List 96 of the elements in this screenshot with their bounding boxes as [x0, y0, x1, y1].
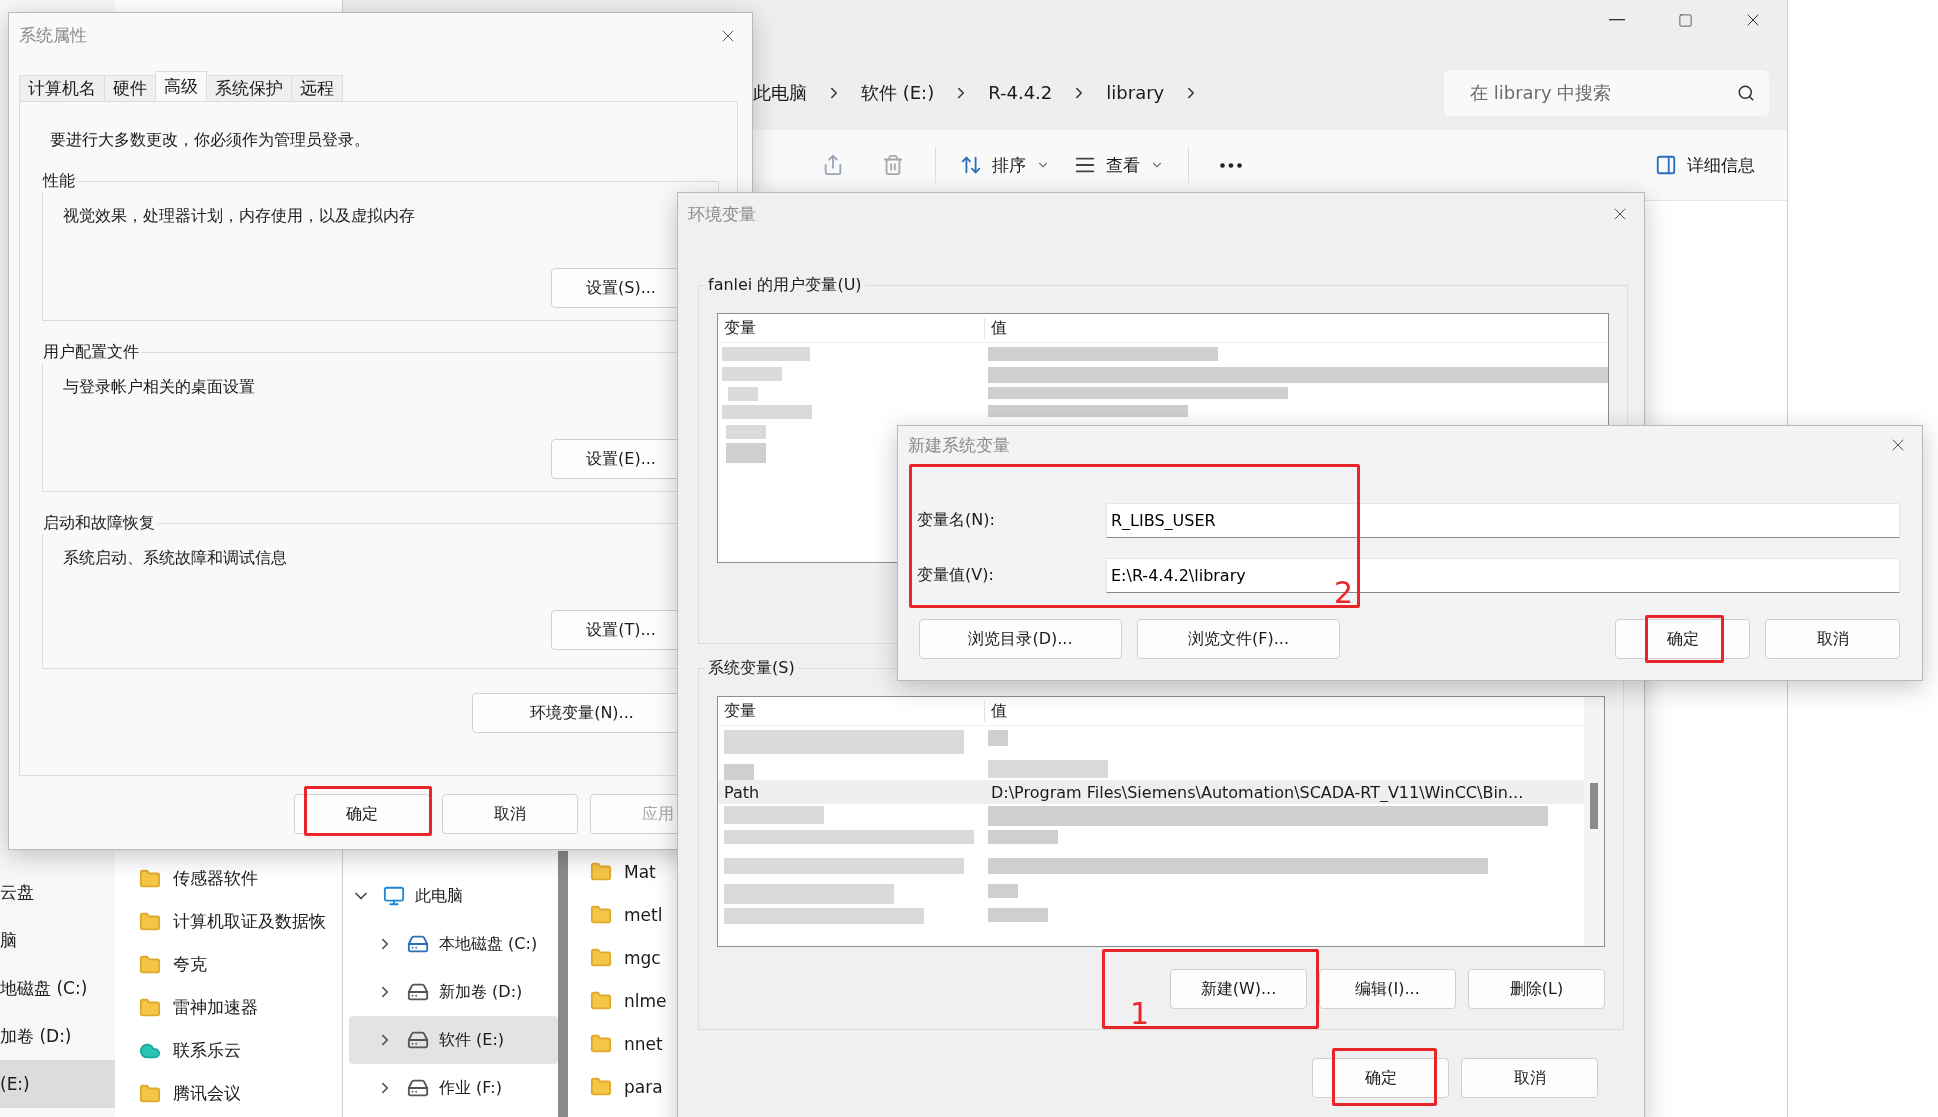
folder-icon — [139, 867, 161, 890]
folder-name[interactable]: 腾讯会议 — [173, 1082, 241, 1105]
file-name[interactable]: mgc — [624, 947, 661, 968]
nav-item[interactable]: 脑 — [0, 916, 115, 964]
column-header[interactable]: 值 — [985, 700, 1584, 722]
panel-icon — [1655, 154, 1677, 176]
drive-icon — [407, 1029, 429, 1051]
breadcrumb[interactable]: R-4.4.2 — [988, 82, 1053, 103]
group-description: 系统启动、系统故障和调试信息 — [63, 547, 288, 569]
folder-icon — [139, 953, 161, 976]
folder-icon — [590, 860, 612, 883]
browse-button[interactable]: 浏览目录(D)... — [919, 619, 1122, 659]
tree-item[interactable]: 作业 (F:) — [349, 1064, 558, 1112]
folder-name[interactable]: 联系乐云 — [173, 1039, 241, 1062]
folder-icon — [139, 1082, 161, 1105]
minimize-icon — [1609, 19, 1625, 21]
sort-icon — [960, 154, 982, 176]
column-header[interactable]: 变量 — [718, 700, 985, 722]
group-title: fanlei 的用户变量(U) — [707, 275, 863, 296]
dialog-title: 新建系统变量 — [908, 433, 1010, 457]
breadcrumb[interactable]: 此电脑 — [753, 80, 807, 105]
maximize-icon — [1677, 12, 1693, 28]
tree-item[interactable]: 新加卷 (D:) — [349, 968, 558, 1016]
dialog-button[interactable]: 取消 — [1461, 1058, 1598, 1098]
folder-icon — [590, 989, 612, 1012]
tab[interactable]: 硬件 — [104, 75, 156, 101]
scrollbar[interactable] — [1584, 697, 1604, 946]
monitor-icon — [383, 885, 405, 907]
variable-value: D:\Program Files\Siemens\Automation\SCADA-RT_V11\WinCC\Bin... — [990, 782, 1525, 802]
folder-icon — [139, 996, 161, 1019]
folder-name[interactable]: 计算机取证及数据恢 — [173, 910, 326, 933]
field-label: 变量值(V): — [917, 565, 995, 586]
group-description: 视觉效果，处理器计划，内存使用，以及虚拟内存 — [63, 205, 416, 227]
dialog-button[interactable]: 取消 — [442, 794, 578, 834]
tab[interactable]: 计算机名 — [19, 75, 105, 101]
dialog-title: 系统属性 — [19, 24, 87, 47]
dialog-button[interactable]: 新建(W)... — [1170, 969, 1307, 1009]
column-header[interactable]: 值 — [985, 317, 1608, 339]
nav-item[interactable]: 地磁盘 (C:) — [0, 964, 115, 1012]
group-title: 系统变量(S) — [707, 658, 796, 679]
variable-name: Path — [723, 782, 761, 802]
search-field[interactable]: 在 library 中搜索 — [1468, 81, 1737, 104]
file-name[interactable]: para — [624, 1076, 663, 1097]
tab[interactable]: 远程 — [291, 75, 343, 101]
list-row[interactable]: Path D:\Program Files\Siemens\Automation\SCADA-RT_V11\WinCC\Bin... — [718, 780, 1584, 804]
browse-button[interactable]: 浏览文件(F)... — [1137, 619, 1340, 659]
file-name[interactable]: Mat — [624, 861, 656, 882]
folder-icon — [139, 910, 161, 933]
nav-item[interactable]: 加卷 (D:) — [0, 1012, 115, 1060]
dialog-button[interactable]: 编辑(I)... — [1319, 969, 1456, 1009]
drive-icon — [407, 981, 429, 1003]
tree-item[interactable]: 本地磁盘 (C:) — [349, 920, 558, 968]
sort-button[interactable]: 排序 — [948, 145, 1062, 185]
folder-icon — [590, 1032, 612, 1055]
more-icon — [1220, 162, 1242, 168]
nav-item[interactable]: (E:) — [0, 1060, 115, 1108]
group-title: 启动和故障恢复 — [42, 513, 156, 534]
folder-name[interactable]: 传感器软件 — [173, 867, 258, 890]
tree-item[interactable]: 此电脑 — [349, 872, 558, 920]
share-icon — [822, 154, 844, 176]
nav-item[interactable]: 云盘 — [0, 868, 115, 916]
group-description: 与登录帐户相关的桌面设置 — [63, 376, 256, 398]
column-header[interactable]: 变量 — [718, 317, 985, 339]
folder-name[interactable]: 雷神加速器 — [173, 996, 258, 1019]
folder-icon — [590, 903, 612, 926]
dialog-button[interactable]: 确定 — [1312, 1058, 1449, 1098]
folder-icon — [590, 1075, 612, 1098]
breadcrumb[interactable]: library — [1106, 82, 1165, 103]
notice-text: 要进行大多数更改，你必须作为管理员登录。 — [49, 129, 371, 151]
file-name[interactable]: nnet — [624, 1033, 663, 1054]
field-label: 变量名(N): — [917, 510, 996, 531]
file-name[interactable]: nlme — [624, 990, 667, 1011]
view-button[interactable]: 查看 — [1062, 145, 1176, 185]
breadcrumb[interactable]: 软件 (E:) — [861, 80, 935, 105]
dialog-button[interactable]: 删除(L) — [1468, 969, 1605, 1009]
dialog-title: 环境变量 — [688, 202, 756, 226]
details-button[interactable]: 详细信息 — [1643, 145, 1767, 185]
tree-item[interactable]: 软件 (E:) — [349, 1016, 558, 1064]
tab[interactable]: 系统保护 — [206, 75, 292, 101]
file-name[interactable]: metl — [624, 904, 663, 925]
group-title: 性能 — [41, 171, 76, 192]
folder-name[interactable]: 夸克 — [173, 953, 207, 976]
dialog-button[interactable]: 确定 — [294, 794, 430, 834]
drive-icon — [407, 1077, 429, 1099]
trash-icon — [882, 154, 904, 176]
dialog-button[interactable]: 确定 — [1615, 619, 1750, 659]
search-field[interactable]: 在 library 中搜索 — [1444, 69, 1769, 116]
group-title: 用户配置文件 — [42, 342, 140, 363]
input-field[interactable]: R_LIBS_USER — [1106, 503, 1900, 538]
scrollbar[interactable] — [558, 851, 568, 1117]
search-icon — [1737, 83, 1755, 102]
dialog-button[interactable]: 取消 — [1765, 619, 1900, 659]
folder-icon — [590, 946, 612, 969]
drive-icon — [407, 933, 429, 955]
annotation-number: 1 — [1130, 999, 1150, 1029]
variable-list[interactable]: 变量 值 Path D:\Program Files\Siemens\Automation\SCADA-RT_V11\WinCC\Bin... — [717, 696, 1605, 947]
